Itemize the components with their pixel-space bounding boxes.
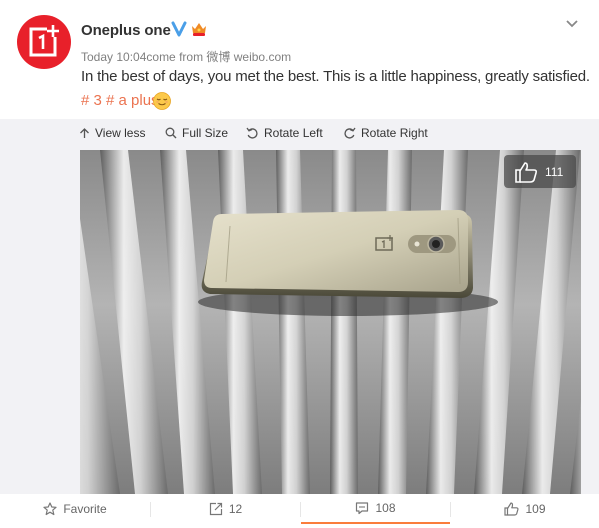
member-crown-icon[interactable] (190, 21, 208, 38)
arrow-up-icon (80, 128, 89, 138)
media-panel: View less Full Size Rotate Left Rotate R… (0, 119, 599, 494)
rotate-left-button[interactable]: Rotate Left (246, 126, 323, 140)
author-avatar[interactable] (17, 15, 71, 69)
repost-button[interactable]: 12 (151, 494, 300, 524)
source-prefix: come from (146, 50, 204, 64)
share-icon (209, 502, 222, 516)
image-like-badge[interactable]: 111 (504, 155, 576, 188)
favorite-label: Favorite (63, 502, 107, 516)
full-size-button[interactable]: Full Size (165, 126, 228, 140)
like-button[interactable]: 109 (451, 494, 599, 524)
rotate-right-label: Rotate Right (361, 126, 428, 140)
post-image[interactable]: 111 (80, 150, 581, 494)
thumbs-up-icon (504, 502, 519, 516)
chevron-down-icon[interactable] (562, 14, 582, 34)
rotate-right-icon (344, 127, 356, 139)
favorite-button[interactable]: Favorite (0, 494, 150, 524)
thumbs-up-icon (515, 162, 538, 183)
weibo-post: Oneplus one Today 10:04come from 微博 weib… (0, 0, 599, 528)
image-like-count: 111 (545, 165, 564, 179)
hashtag-link[interactable]: # 3 # a plus (81, 92, 159, 109)
rotate-right-button[interactable]: Rotate Right (343, 126, 428, 140)
rotate-left-icon (246, 127, 258, 139)
image-toolbar: View less Full Size Rotate Left Rotate R… (0, 119, 599, 149)
view-less-button[interactable]: View less (79, 126, 145, 140)
phone-photo-illustration (80, 150, 581, 494)
comment-count: 108 (375, 501, 396, 515)
post-time[interactable]: Today 10:04 (81, 50, 146, 64)
magnifier-icon (165, 127, 177, 139)
verified-badge-icon (171, 21, 187, 37)
repost-count: 12 (228, 502, 243, 516)
comment-icon (356, 502, 369, 515)
full-size-label: Full Size (182, 126, 229, 140)
oneplus-logo-icon (29, 25, 59, 57)
rotate-left-label: Rotate Left (264, 126, 323, 140)
like-count: 109 (525, 502, 546, 516)
view-less-label: View less (95, 126, 146, 140)
post-source[interactable]: 微博 weibo.com (206, 50, 291, 64)
star-icon (43, 502, 57, 516)
post-meta: Today 10:04come from 微博 weibo.com (81, 48, 291, 65)
post-actions: Favorite 12 108 109 (0, 494, 599, 528)
author-name[interactable]: Oneplus one (81, 22, 171, 39)
post-text: In the best of days, you met the best. T… (81, 68, 590, 85)
comment-button[interactable]: 108 (301, 494, 450, 524)
relieved-face-emoji-icon (153, 92, 171, 110)
